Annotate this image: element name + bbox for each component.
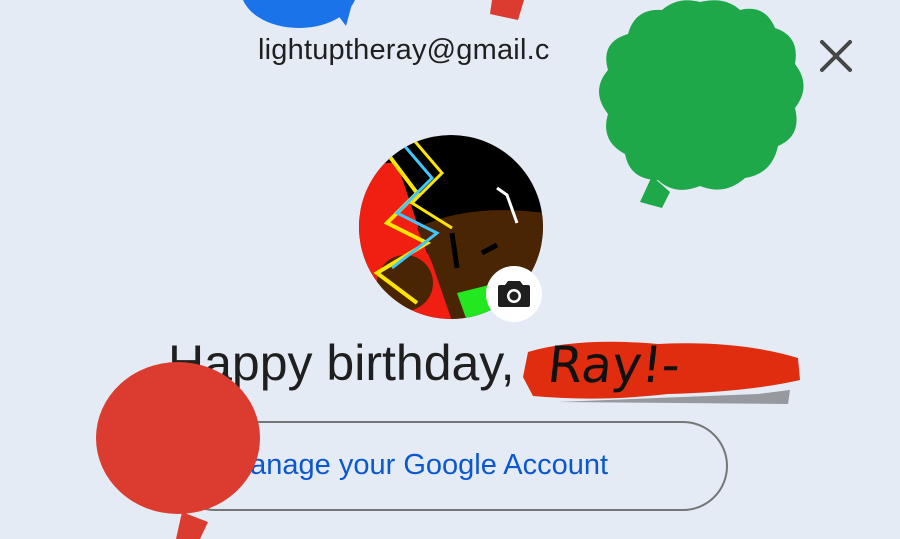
birthday-greeting: Happy birthday,	[168, 335, 515, 391]
camera-icon	[498, 281, 530, 307]
account-email: lightuptheray@gmail.c	[258, 34, 550, 66]
close-icon	[820, 40, 852, 72]
handwritten-name: Ray!-	[544, 336, 684, 394]
red-confetti-decoration	[490, 0, 524, 20]
close-button[interactable]	[818, 38, 854, 74]
change-photo-button[interactable]	[486, 266, 542, 322]
manage-account-label: Manage your Google Account	[226, 449, 609, 481]
green-balloon-decoration	[599, 0, 804, 208]
